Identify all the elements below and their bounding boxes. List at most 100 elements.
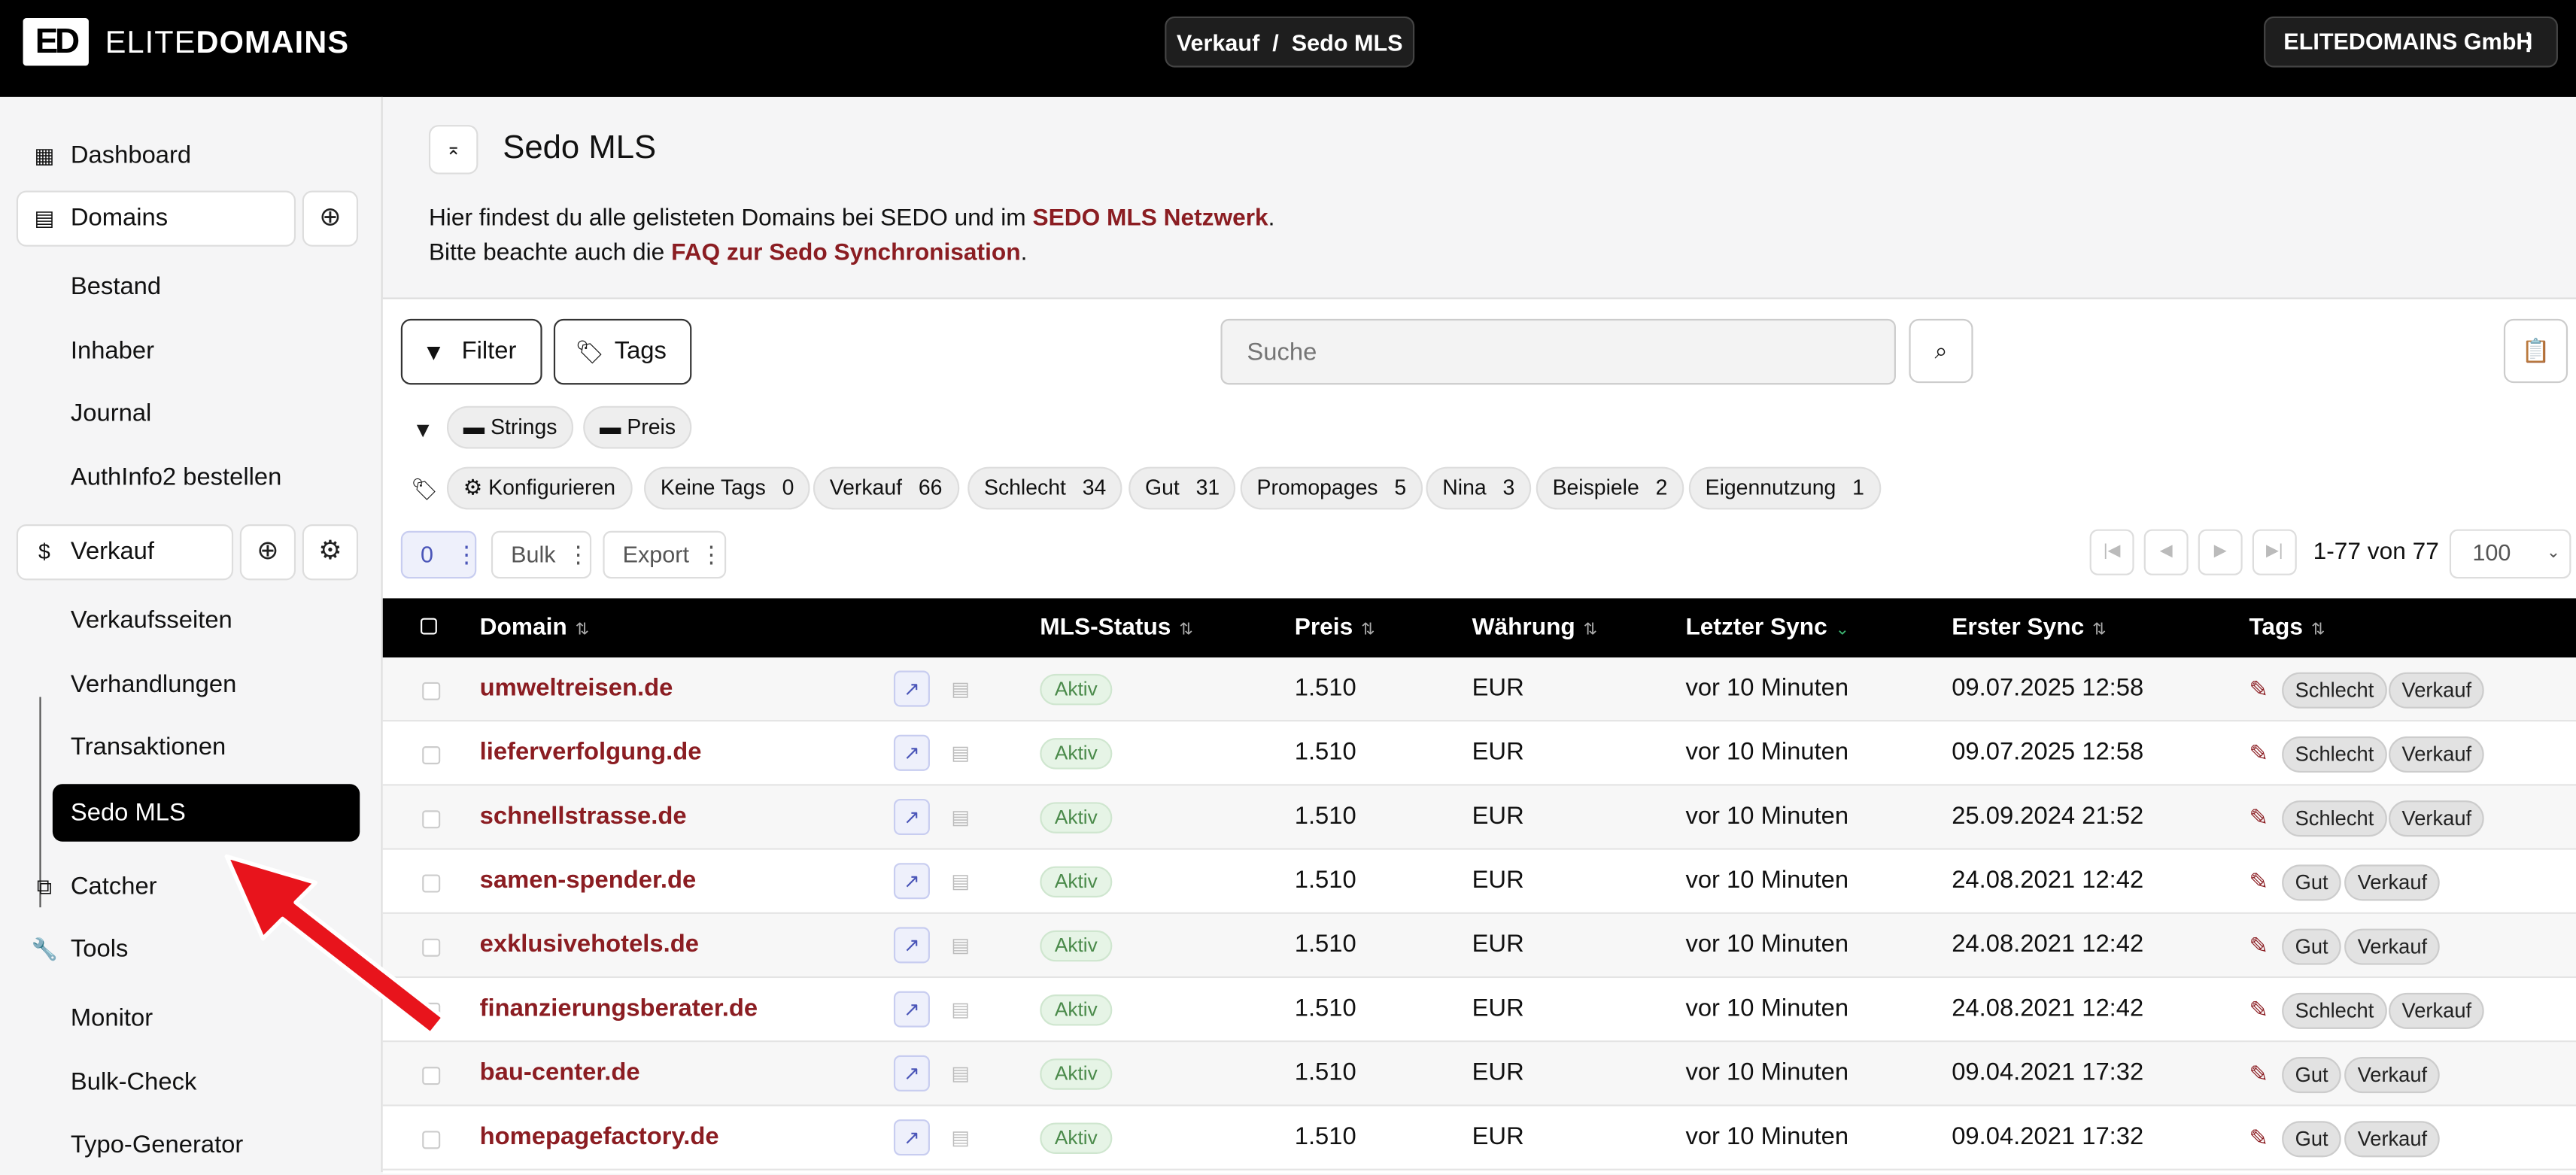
external-link-icon[interactable]: ↗ (893, 1055, 930, 1092)
column-header-waehrung[interactable]: Währung ⇅ (1472, 598, 1597, 660)
domain-link[interactable]: finanzierungsberater.de (480, 978, 758, 1040)
table-row[interactable]: homepagefactory.de ↗ ▤ Aktiv 1.510 EUR v… (382, 1106, 2576, 1170)
tag-chip-schlecht[interactable]: Schlecht 34 (968, 466, 1123, 510)
sidebar-item-authinfo2[interactable]: AuthInfo2 bestellen (0, 449, 381, 509)
filter-button[interactable]: ▼ Filter (400, 318, 542, 385)
tag-badge: Verkauf (2389, 672, 2485, 709)
advanced-search-button[interactable]: ⌕ (1909, 318, 1973, 384)
domain-link[interactable]: bau-center.de (480, 1042, 640, 1104)
sidebar-item-inhaber[interactable]: Inhaber (0, 322, 381, 381)
tag-chip-verkauf[interactable]: Verkauf 66 (813, 466, 959, 510)
tag-chip-eigennutzung[interactable]: Eigennutzung 1 (1688, 466, 1881, 510)
add-verkauf-button[interactable]: ⊕ (239, 524, 296, 581)
first-page-button[interactable]: |◀ (2089, 529, 2134, 575)
document-icon[interactable]: ▤ (951, 978, 970, 1040)
table-row[interactable]: schnellstrasse.de ↗ ▤ Aktiv 1.510 EUR vo… (382, 785, 2576, 850)
page-size-select[interactable]: 100 ⌄ (2449, 529, 2571, 579)
pencil-icon[interactable]: ✎ (2249, 914, 2268, 976)
sidebar-item-label: Domains (70, 203, 169, 232)
bulk-button[interactable]: Bulk ⋮ (491, 530, 592, 579)
tag-chip-keine-tags[interactable]: Keine Tags 0 (643, 466, 811, 510)
document-icon[interactable]: ▤ (951, 914, 970, 976)
next-page-button[interactable]: ▶ (2198, 529, 2243, 575)
external-link-icon[interactable]: ↗ (893, 798, 930, 836)
prev-page-button[interactable]: ◀ (2143, 529, 2189, 575)
tag-chip-promopages[interactable]: Promopages 5 (1240, 466, 1423, 510)
logo-text[interactable]: ELITEDOMAINS (105, 26, 349, 62)
tags-button[interactable]: 🏷 Tags (553, 318, 692, 385)
document-icon[interactable]: ▤ (951, 785, 970, 848)
sidebar-item-bulk-check[interactable]: Bulk-Check (0, 1054, 381, 1113)
column-header-letzter-sync[interactable]: Letzter Sync ⌄ (1685, 598, 1849, 660)
external-link-icon[interactable]: ↗ (893, 991, 930, 1028)
document-icon[interactable]: ▤ (951, 1107, 970, 1169)
filter-chip-preis[interactable]: ▬ Preis (583, 405, 692, 449)
table-row[interactable]: umweltreisen.de ↗ ▤ Aktiv 1.510 EUR vor … (382, 657, 2576, 722)
pencil-icon[interactable]: ✎ (2249, 850, 2268, 912)
sidebar-item-transaktionen[interactable]: Transaktionen (0, 718, 381, 778)
external-link-icon[interactable]: ↗ (893, 670, 930, 707)
sidebar-item-dashboard[interactable]: ▦ Dashboard (0, 126, 381, 186)
external-link-icon[interactable]: ↗ (893, 1119, 930, 1156)
tag-chip-nina[interactable]: Nina 3 (1426, 466, 1532, 510)
document-icon[interactable]: ▤ (951, 721, 970, 784)
row-checkbox[interactable] (422, 1131, 441, 1149)
search-input[interactable] (1220, 318, 1896, 385)
sidebar-item-verhandlungen[interactable]: Verhandlungen (0, 656, 381, 715)
collapse-button[interactable]: ⌅ (428, 125, 478, 175)
pencil-icon[interactable]: ✎ (2249, 1107, 2268, 1169)
pencil-icon[interactable]: ✎ (2249, 785, 2268, 848)
selection-count-button[interactable]: 0 ⋮ (400, 530, 478, 579)
column-header-preis[interactable]: Preis ⇅ (1295, 598, 1375, 660)
external-link-icon[interactable]: ↗ (893, 734, 930, 771)
select-all-checkbox[interactable] (421, 618, 437, 635)
logo-mark[interactable]: ED (23, 18, 89, 66)
domain-link[interactable]: samen-spender.de (480, 850, 697, 912)
pencil-icon[interactable]: ✎ (2249, 721, 2268, 784)
row-checkbox[interactable] (422, 1067, 441, 1085)
sidebar-item-sedo-mls[interactable]: Sedo MLS (52, 784, 360, 842)
export-button[interactable]: Export ⋮ (603, 530, 727, 579)
sidebar-item-bestand[interactable]: Bestand (0, 258, 381, 317)
add-domain-button[interactable]: ⊕ (302, 190, 359, 247)
company-menu-button[interactable]: ELITEDOMAINS GmbH ⋮ (2264, 16, 2558, 68)
column-header-tags[interactable]: Tags ⇅ (2249, 598, 2325, 660)
sidebar-item-journal[interactable]: Journal (0, 384, 381, 444)
tag-chip-beispiele[interactable]: Beispiele 2 (1536, 466, 1684, 510)
configure-tags-chip[interactable]: ⚙ Konfigurieren (446, 466, 632, 510)
column-header-domain[interactable]: Domain ⇅ (480, 598, 589, 660)
table-row[interactable]: samen-spender.de ↗ ▤ Aktiv 1.510 EUR vor… (382, 849, 2576, 914)
sidebar-item-typo-generator[interactable]: Typo-Generator (0, 1116, 381, 1175)
verkauf-settings-button[interactable]: ⚙ (302, 524, 359, 581)
faq-link[interactable]: FAQ zur Sedo Synchronisation (671, 240, 1020, 266)
row-checkbox[interactable] (422, 682, 441, 700)
document-icon[interactable]: ▤ (951, 657, 970, 720)
table-row[interactable]: lieferverfolgung.de ↗ ▤ Aktiv 1.510 EUR … (382, 721, 2576, 786)
clipboard-button[interactable]: 📋 (2503, 318, 2568, 384)
column-header-mls-status[interactable]: MLS-Status ⇅ (1040, 598, 1192, 660)
external-link-icon[interactable]: ↗ (893, 863, 930, 900)
column-header-erster-sync[interactable]: Erster Sync ⇅ (1952, 598, 2106, 660)
row-checkbox[interactable] (422, 746, 441, 765)
domain-link[interactable]: exklusivehotels.de (480, 914, 699, 976)
domain-link[interactable]: umweltreisen.de (480, 657, 673, 720)
document-icon[interactable]: ▤ (951, 850, 970, 912)
table-row[interactable]: bau-center.de ↗ ▤ Aktiv 1.510 EUR vor 10… (382, 1042, 2576, 1107)
sedo-mls-link[interactable]: SEDO MLS Netzwerk (1032, 205, 1268, 232)
domain-link[interactable]: homepagefactory.de (480, 1107, 719, 1169)
pencil-icon[interactable]: ✎ (2249, 1042, 2268, 1104)
sidebar-item-verkaufsseiten[interactable]: Verkaufsseiten (0, 592, 381, 651)
pencil-icon[interactable]: ✎ (2249, 657, 2268, 720)
filter-chip-strings[interactable]: ▬ Strings (446, 405, 574, 449)
domain-link[interactable]: lieferverfolgung.de (480, 721, 702, 784)
pencil-icon[interactable]: ✎ (2249, 978, 2268, 1040)
last-page-button[interactable]: ▶| (2252, 529, 2297, 575)
document-icon[interactable]: ▤ (951, 1042, 970, 1104)
domain-link[interactable]: schnellstrasse.de (480, 785, 687, 848)
table-row[interactable]: finanzierungsberater.de ↗ ▤ Aktiv 1.510 … (382, 978, 2576, 1043)
row-checkbox[interactable] (422, 810, 441, 829)
external-link-icon[interactable]: ↗ (893, 927, 930, 964)
breadcrumb[interactable]: Verkauf / Sedo MLS (1165, 16, 1415, 68)
table-row[interactable]: exklusivehotels.de ↗ ▤ Aktiv 1.510 EUR v… (382, 913, 2576, 979)
tag-chip-gut[interactable]: Gut 31 (1129, 466, 1237, 510)
